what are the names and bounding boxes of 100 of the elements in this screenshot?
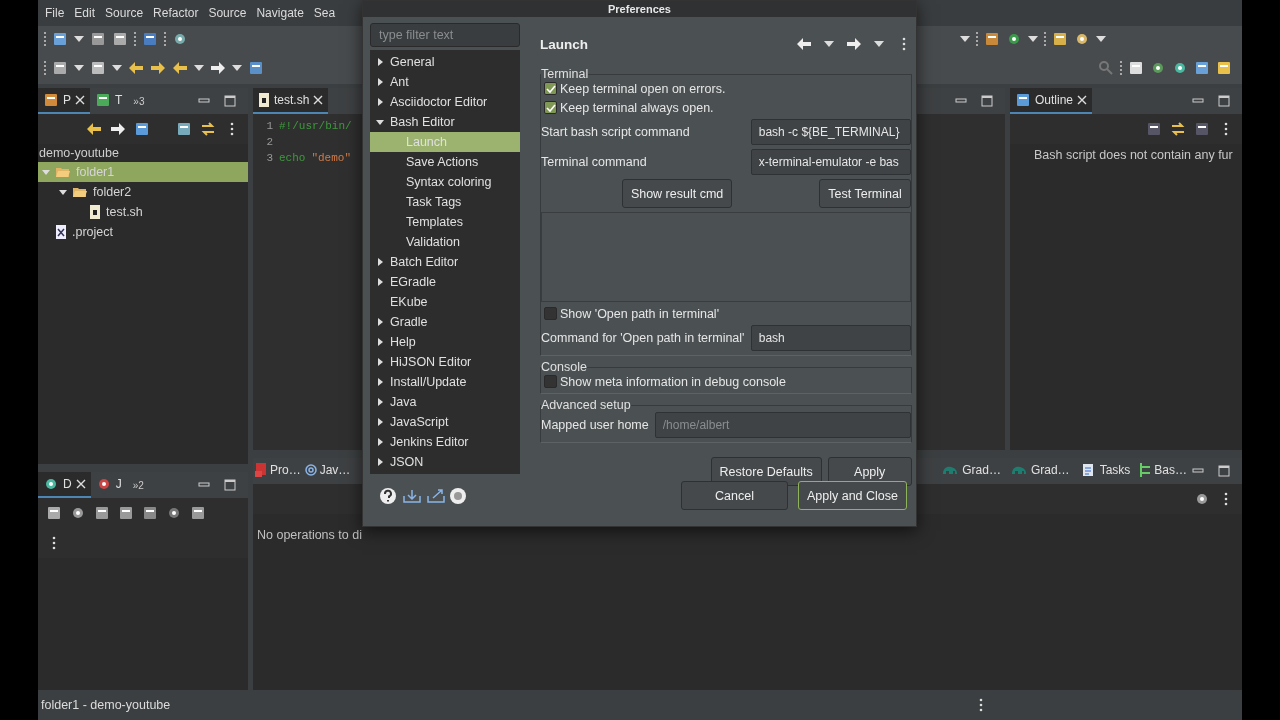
maximize-icon[interactable] bbox=[224, 479, 236, 491]
view-tab[interactable]: P bbox=[38, 88, 90, 114]
preference-item[interactable]: Help bbox=[370, 332, 520, 352]
button[interactable]: Show result cmd bbox=[621, 179, 733, 208]
collapsed-arrow-icon[interactable] bbox=[376, 378, 384, 386]
collapsed-arrow-icon[interactable] bbox=[376, 278, 384, 286]
menu-item[interactable]: Navigate bbox=[251, 6, 309, 20]
dropdown-caret-icon[interactable] bbox=[112, 64, 122, 72]
right-arrow-icon[interactable] bbox=[110, 121, 126, 137]
close-icon[interactable] bbox=[313, 95, 324, 105]
checkbox[interactable]: Show meta information in debug console bbox=[541, 372, 911, 391]
view-tab[interactable]: D bbox=[38, 472, 91, 498]
maximize-icon[interactable] bbox=[1218, 465, 1230, 477]
close-icon[interactable] bbox=[75, 95, 85, 105]
checkbox[interactable]: Keep terminal always open. bbox=[541, 98, 911, 117]
dropdown-caret-icon[interactable] bbox=[74, 64, 84, 72]
maximize-icon[interactable] bbox=[1218, 95, 1230, 107]
collapsed-arrow-icon[interactable] bbox=[376, 98, 384, 106]
checkbox[interactable]: Show 'Open path in terminal' bbox=[541, 304, 911, 323]
filter-field[interactable]: type filter text bbox=[370, 23, 520, 47]
overflow-count[interactable]: »3 bbox=[127, 88, 151, 114]
left-arrow-icon[interactable] bbox=[172, 60, 188, 76]
menu-item[interactable]: Edit bbox=[69, 6, 101, 20]
preference-item[interactable]: EGradle bbox=[370, 272, 520, 292]
text-field[interactable]: /home/albert bbox=[654, 412, 911, 438]
dropdown-caret-icon[interactable] bbox=[74, 35, 84, 43]
button[interactable]: Test Terminal bbox=[819, 179, 911, 208]
preference-item[interactable]: Install/Update bbox=[370, 372, 520, 392]
dropdown-caret-icon[interactable] bbox=[960, 35, 970, 43]
preference-item[interactable]: Batch Editor bbox=[370, 252, 520, 272]
dropdown-caret-icon[interactable] bbox=[194, 64, 204, 72]
editor-tab[interactable]: test.sh bbox=[253, 88, 329, 114]
dropdown-caret-icon[interactable] bbox=[873, 40, 884, 48]
view-tab[interactable]: Jav… bbox=[302, 458, 353, 484]
view-tab[interactable]: J bbox=[90, 472, 127, 498]
dropdown-caret-icon[interactable] bbox=[1028, 35, 1038, 43]
preference-item[interactable]: HiJSON Editor bbox=[370, 352, 520, 372]
import-icon[interactable] bbox=[401, 487, 421, 504]
left-arrow-icon[interactable] bbox=[86, 121, 102, 137]
collapsed-arrow-icon[interactable] bbox=[376, 418, 384, 426]
expanded-arrow-icon[interactable] bbox=[376, 118, 384, 126]
menu-item[interactable]: Refactor bbox=[148, 6, 204, 20]
preference-item[interactable]: Bash Editor bbox=[370, 112, 520, 132]
expanded-arrow-icon[interactable] bbox=[59, 188, 67, 196]
close-icon[interactable] bbox=[1077, 95, 1088, 105]
tree-item[interactable]: test.sh bbox=[38, 202, 248, 222]
maximize-icon[interactable] bbox=[224, 95, 236, 107]
right-arrow-icon[interactable] bbox=[150, 60, 166, 76]
collapsed-arrow-icon[interactable] bbox=[376, 438, 384, 446]
preference-item[interactable]: Asciidoctor Editor bbox=[370, 92, 520, 112]
preference-item[interactable]: Gradle bbox=[370, 312, 520, 332]
right-arrow-icon[interactable] bbox=[210, 60, 226, 76]
link-editor-icon[interactable] bbox=[200, 121, 216, 137]
collapsed-arrow-icon[interactable] bbox=[376, 58, 384, 66]
preference-item[interactable]: Validation bbox=[370, 232, 520, 252]
tree-item[interactable]: .project bbox=[38, 222, 248, 242]
preference-item[interactable]: General bbox=[370, 52, 520, 72]
preference-item[interactable]: Task Tags bbox=[370, 192, 520, 212]
text-field[interactable]: x-terminal-emulator -e bas bbox=[750, 149, 911, 175]
view-tab[interactable]: Pro… bbox=[253, 458, 303, 484]
tree-item[interactable]: folder2 bbox=[38, 182, 248, 202]
collapsed-arrow-icon[interactable] bbox=[376, 78, 384, 86]
collapsed-arrow-icon[interactable] bbox=[376, 458, 384, 466]
view-tab[interactable]: Grad… bbox=[1005, 458, 1075, 484]
button[interactable]: Apply and Close bbox=[797, 481, 907, 510]
link-editor-icon[interactable] bbox=[1170, 121, 1186, 137]
preference-item[interactable]: Save Actions bbox=[370, 152, 520, 172]
preference-item[interactable]: Ant bbox=[370, 72, 520, 92]
overflow-count[interactable]: »2 bbox=[126, 472, 150, 498]
menu-item[interactable]: Source bbox=[100, 6, 149, 20]
menu-item[interactable]: Source bbox=[203, 6, 252, 20]
record-icon[interactable] bbox=[449, 486, 467, 505]
button[interactable]: Cancel bbox=[680, 481, 788, 510]
preference-item[interactable]: JavaScript bbox=[370, 412, 520, 432]
checkbox[interactable]: Keep terminal open on errors. bbox=[541, 79, 911, 98]
collapsed-arrow-icon[interactable] bbox=[376, 358, 384, 366]
view-tab[interactable]: Tasks bbox=[1074, 458, 1136, 484]
dropdown-caret-icon[interactable] bbox=[232, 64, 242, 72]
preference-item[interactable]: EKube bbox=[370, 292, 520, 312]
collapsed-arrow-icon[interactable] bbox=[376, 398, 384, 406]
close-icon[interactable] bbox=[75, 479, 86, 489]
text-field[interactable]: bash -c ${BE_TERMINAL} bbox=[750, 119, 911, 145]
dropdown-caret-icon[interactable] bbox=[1096, 35, 1106, 43]
outline-tab[interactable]: Outline bbox=[1010, 88, 1093, 114]
preference-item[interactable]: Syntax coloring bbox=[370, 172, 520, 192]
preference-item[interactable]: Jenkins Editor bbox=[370, 432, 520, 452]
menu-item[interactable]: Sea bbox=[308, 6, 341, 20]
preference-item[interactable]: Java bbox=[370, 392, 520, 412]
collapsed-arrow-icon[interactable] bbox=[376, 258, 384, 266]
dropdown-caret-icon[interactable] bbox=[823, 40, 834, 48]
right-arrow-icon[interactable] bbox=[845, 36, 862, 52]
collapsed-arrow-icon[interactable] bbox=[376, 318, 384, 326]
view-tab[interactable]: T bbox=[90, 88, 128, 114]
left-arrow-icon[interactable] bbox=[128, 60, 144, 76]
view-tab[interactable]: Bas… bbox=[1135, 458, 1192, 484]
preference-item[interactable]: JSON bbox=[370, 452, 520, 472]
collapsed-arrow-icon[interactable] bbox=[376, 338, 384, 346]
maximize-icon[interactable] bbox=[981, 95, 993, 107]
view-tab[interactable]: Grad… bbox=[937, 458, 1006, 484]
menu-item[interactable]: File bbox=[40, 6, 70, 20]
